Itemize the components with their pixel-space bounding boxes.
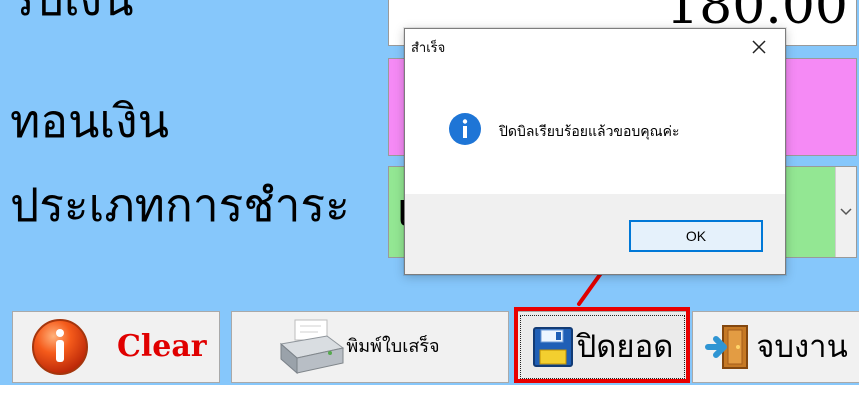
payment-window: รับเงิน 180.00 ทอนเงิน ประเภทการชำระ เ	[0, 0, 859, 394]
info-icon	[449, 113, 481, 145]
change-label: ทอนเงิน	[10, 94, 170, 148]
close-total-label: ปิดยอด	[576, 328, 674, 365]
received-label: รับเงิน	[10, 0, 134, 22]
info-icon	[32, 319, 88, 375]
chevron-down-icon	[840, 208, 852, 216]
dialog-message: ปิดบิลเรียบร้อยแล้วขอบคุณค่ะ	[499, 123, 680, 139]
payment-type-label: ประเภทการชำระ	[10, 178, 350, 232]
dialog-content: ปิดบิลเรียบร้อยแล้วขอบคุณค่ะ	[405, 65, 785, 194]
clear-button[interactable]: Clear	[12, 311, 220, 383]
dialog-titlebar: สำเร็จ	[405, 29, 785, 65]
exit-door-icon	[705, 325, 749, 369]
print-receipt-button[interactable]: พิมพ์ใบเสร็จ	[231, 311, 509, 383]
payment-type-dropdown-button[interactable]	[835, 167, 856, 257]
save-icon	[532, 327, 573, 367]
close-total-button[interactable]: ปิดยอด	[516, 311, 688, 383]
success-dialog: สำเร็จ ปิดบิลเรียบร้อยแล้วขอบคุณค่ะ OK	[404, 28, 786, 275]
end-work-label: จบงาน	[756, 328, 848, 365]
dialog-ok-button[interactable]: OK	[629, 220, 763, 252]
window-bottom-edge	[0, 385, 859, 394]
clear-label: Clear	[117, 329, 207, 364]
close-icon	[752, 40, 766, 54]
print-receipt-label: พิมพ์ใบเสร็จ	[346, 336, 440, 357]
dialog-close-button[interactable]	[747, 35, 771, 59]
printer-icon	[280, 319, 345, 375]
end-work-button[interactable]: จบงาน	[692, 311, 859, 383]
dialog-title: สำเร็จ	[411, 40, 446, 55]
